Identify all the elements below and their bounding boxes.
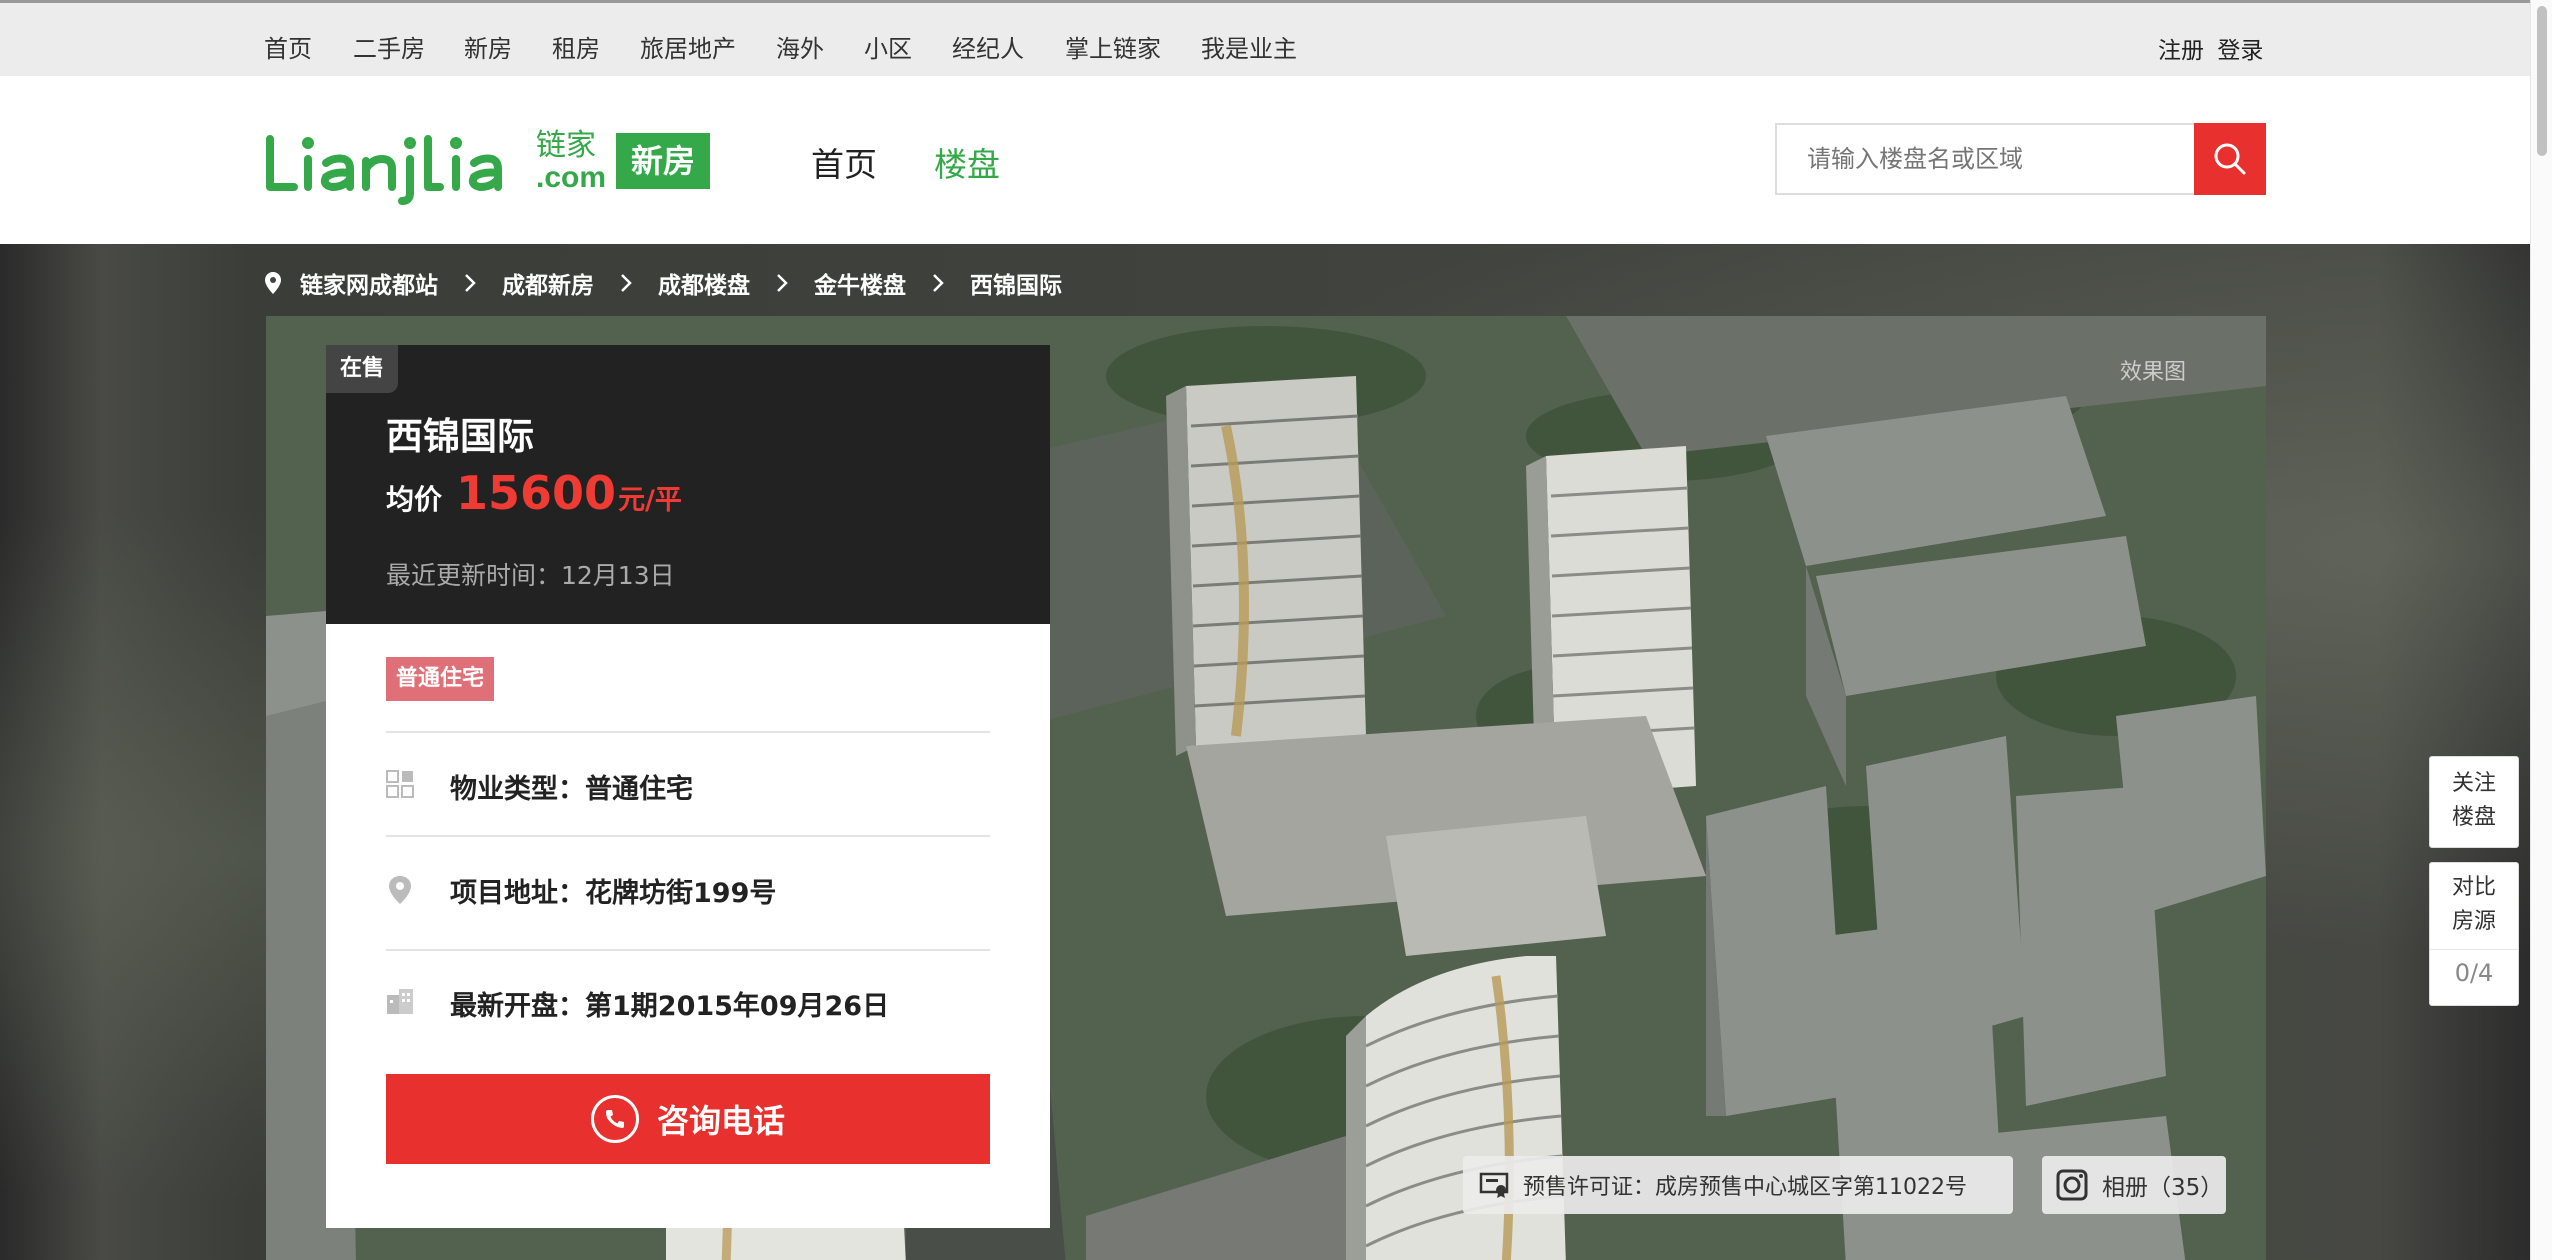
presale-permit-text: 预售许可证：成房预售中心城区字第11022号 (1523, 1175, 1967, 1200)
phone-icon (590, 1095, 639, 1143)
register-link[interactable]: 注册 (2158, 38, 2204, 64)
divider (386, 835, 990, 837)
follow-property-button[interactable]: 关注 楼盘 (2429, 756, 2519, 848)
property-name: 西锦国际 (386, 415, 534, 458)
rendering-label: 效果图 (2119, 360, 2186, 385)
topnav-owner[interactable]: 我是业主 (1201, 29, 1297, 64)
auth-links: 注册 登录 (2158, 31, 2269, 65)
top-navigation: 首页 二手房 新房 租房 旅居地产 海外 小区 经纪人 掌上链家 我是业主 注册… (0, 0, 2530, 76)
camera-icon (2056, 1169, 2088, 1201)
logo-cn-text: 链家 (536, 128, 596, 163)
breadcrumb-district[interactable]: 金牛楼盘 (814, 266, 906, 300)
price-row: 均价 15600 元/平 (386, 466, 682, 520)
price-value: 15600 (456, 466, 617, 520)
presale-permit-badge: 预售许可证：成房预售中心城区字第11022号 (1463, 1156, 2013, 1214)
address-info: 项目地址：花牌坊街199号 (450, 878, 777, 909)
location-icon (386, 874, 414, 904)
topnav-new-house[interactable]: 新房 (464, 29, 512, 64)
page-scrollbar[interactable] (2530, 0, 2552, 1260)
consult-phone-button[interactable]: 咨询电话 (386, 1074, 990, 1164)
topnav-rent[interactable]: 租房 (552, 29, 600, 64)
update-time: 最近更新时间：12月13日 (386, 561, 675, 590)
breadcrumb-site[interactable]: 链家网成都站 (300, 266, 438, 300)
location-pin-icon (264, 271, 282, 295)
scrollbar-thumb[interactable] (2537, 6, 2547, 156)
property-type-tag: 普通住宅 (386, 657, 495, 701)
site-header: 链家 .com 新房 首页 楼盘 (0, 76, 2530, 244)
consult-phone-label: 咨询电话 (656, 1102, 785, 1140)
lianjia-logo[interactable]: 链家 .com 新房 (264, 129, 710, 205)
price-unit: 元/平 (618, 485, 682, 516)
album-button[interactable]: 相册（35） (2042, 1156, 2226, 1214)
chevron-right-icon (464, 273, 476, 293)
price-label: 均价 (386, 483, 443, 516)
on-sale-badge: 在售 (326, 345, 398, 393)
certificate-icon (1479, 1172, 1509, 1198)
compare-label-line1: 对比 (2451, 875, 2496, 900)
lianjia-wordmark (266, 135, 502, 205)
grid-icon (386, 770, 414, 798)
breadcrumb-new-house[interactable]: 成都新房 (502, 266, 594, 300)
search-box (1775, 123, 2197, 195)
compare-count: 0/4 (2430, 949, 2518, 990)
mainnav-home[interactable]: 首页 (811, 138, 877, 186)
topnav-home[interactable]: 首页 (264, 29, 312, 64)
chevron-right-icon (932, 273, 944, 293)
topnav-mobile[interactable]: 掌上链家 (1065, 29, 1161, 64)
breadcrumb-current: 西锦国际 (970, 273, 1062, 299)
topnav-travel-estate[interactable]: 旅居地产 (640, 29, 736, 64)
new-house-badge: 新房 (616, 133, 710, 189)
follow-label-line1: 关注 (2451, 771, 2496, 796)
compare-label-line2: 房源 (2451, 909, 2496, 934)
topnav-overseas[interactable]: 海外 (776, 29, 824, 64)
topnav-secondhand[interactable]: 二手房 (353, 29, 425, 64)
property-type-info: 物业类型：普通住宅 (450, 774, 693, 805)
mainnav-loupan[interactable]: 楼盘 (934, 138, 1000, 186)
breadcrumb-loupan[interactable]: 成都楼盘 (658, 266, 750, 300)
search-input[interactable] (1777, 125, 2195, 193)
topnav-agent[interactable]: 经纪人 (952, 29, 1024, 64)
chevron-right-icon (620, 273, 632, 293)
compare-listings-button[interactable]: 对比 房源 0/4 (2429, 862, 2519, 1006)
building-icon (386, 987, 414, 1015)
divider (386, 731, 990, 733)
divider (386, 949, 990, 951)
chevron-right-icon (776, 273, 788, 293)
search-button[interactable] (2194, 123, 2266, 195)
follow-label-line2: 楼盘 (2451, 805, 2496, 830)
opening-info: 最新开盘：第1期2015年09月26日 (450, 991, 890, 1022)
login-link[interactable]: 登录 (2217, 38, 2263, 64)
logo-com-text: .com (536, 161, 607, 194)
breadcrumb: 链家网成都站 成都新房 成都楼盘 金牛楼盘 西锦国际 (264, 266, 1062, 300)
topnav-community[interactable]: 小区 (864, 29, 912, 64)
search-icon (2214, 143, 2246, 175)
album-label: 相册（35） (2102, 1175, 2224, 1201)
